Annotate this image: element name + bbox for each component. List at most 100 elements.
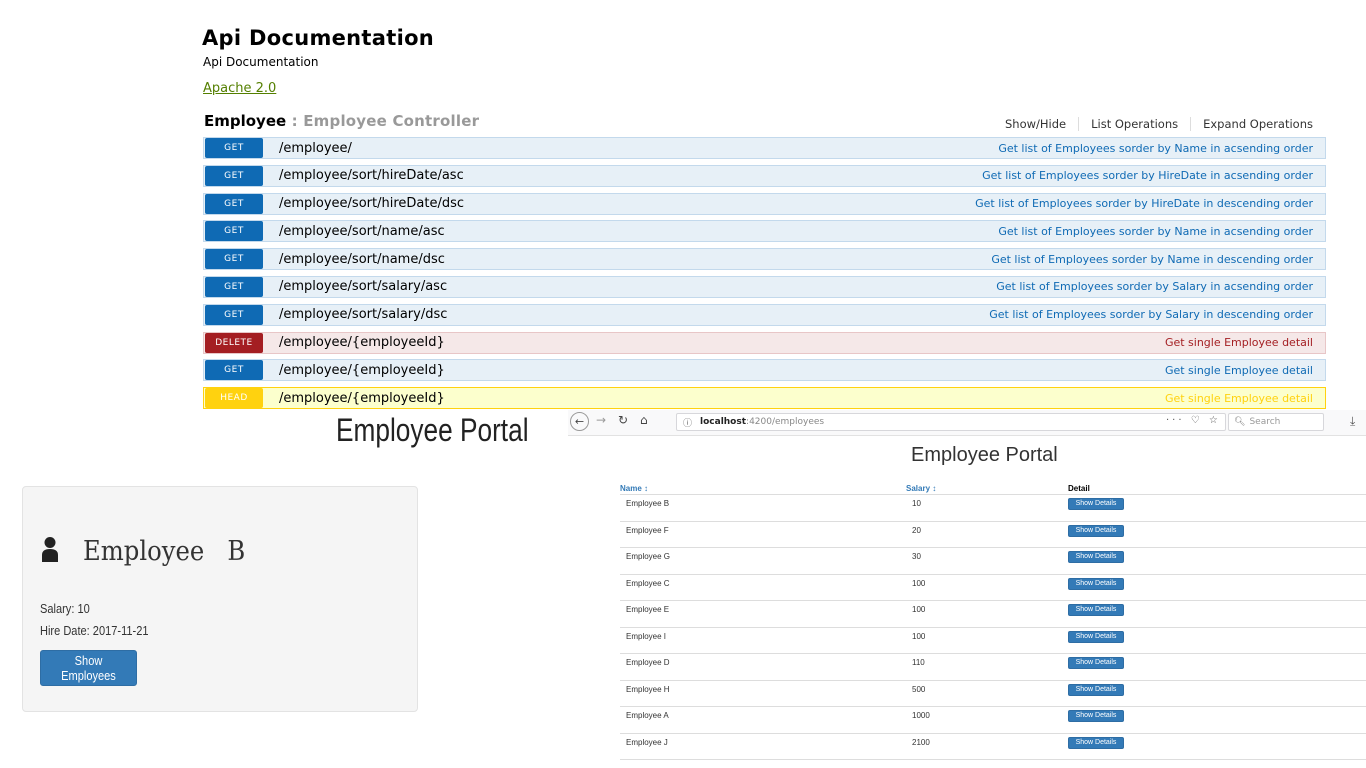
employee-salary-text: 20 [912,525,921,535]
operation-path[interactable]: /employee/sort/salary/asc [279,279,447,294]
home-icon[interactable]: ⌂ [640,413,648,427]
employee-table-body: Employee B 10 Show Details Employee F 20 Show… [620,494,1366,760]
operation-summary[interactable]: Get list of Employees sorder by Name in … [998,142,1313,155]
expand-operations-link[interactable]: Expand Operations [1191,117,1313,131]
controller-name[interactable]: Employee [204,112,286,130]
show-hide-link[interactable]: Show/Hide [993,117,1078,131]
operation-summary[interactable]: Get list of Employees sorder by Salary i… [996,280,1313,293]
operation-row-delete[interactable]: DELETE/employee/{employeeId} Get single E… [203,331,1326,354]
operation-summary[interactable]: Get single Employee detail [1165,392,1313,405]
employee-detail-cell: Show Details [1068,574,1366,601]
employee-card: Employee B Salary: 10 Hire Date: 2017-11… [22,486,418,712]
operation-summary[interactable]: Get list of Employees sorder by Salary i… [989,308,1313,321]
show-details-button[interactable]: Show Details [1068,524,1124,537]
employee-salary-cell: 100 [906,627,1068,654]
employee-name-cell: Employee A [620,706,906,734]
reload-icon[interactable]: ↻ [618,413,628,427]
employee-detail-cell: Show Details [1068,680,1366,707]
employee-name-text: Employee H [626,684,670,694]
operation-path[interactable]: /employee/sort/hireDate/asc [279,168,464,183]
employee-name-cell: Employee B [620,494,906,522]
show-details-button[interactable]: Show Details [1068,551,1124,563]
operation-summary[interactable]: Get list of Employees sorder by Name in … [998,225,1313,238]
employee-list-title: Employee Portal [911,444,1058,466]
show-details-button[interactable]: Show Details [1068,630,1124,643]
operation-summary[interactable]: Get list of Employees sorder by Name in … [991,253,1313,266]
employee-salary-cell: 2100 [906,733,1068,760]
page-actions-icons[interactable]: ··· ♡ ☆ [1166,415,1221,426]
operation-row-get[interactable]: GET/employee/sort/name/dsc Get list of Em… [203,248,1326,271]
employee-detail-cell: Show Details [1068,521,1366,548]
employee-table: Name ↕ Salary ↕ Detail Employee B 10 Show … [620,483,1366,760]
http-method-badge[interactable]: GET [205,249,263,270]
show-details-button[interactable]: Show Details [1068,604,1124,616]
detail-column-header: Detail [1068,483,1366,495]
operation-path[interactable]: /employee/{employeeId} [279,363,445,378]
operation-summary[interactable]: Get single Employee detail [1165,364,1313,377]
operation-row-get[interactable]: GET/employee/Get list of Employees sorde… [203,137,1326,159]
http-method-badge[interactable]: GET [205,193,263,214]
http-method-badge[interactable]: GET [205,221,263,242]
operation-row-head[interactable]: HEAD/employee/{employeeId} Get single Emp… [203,387,1326,410]
operation-row-get[interactable]: GET/employee/sort/salary/asc Get list of … [203,275,1326,298]
employee-salary-cell: 30 [906,547,1068,575]
info-icon[interactable]: ⓘ [683,416,692,429]
download-icon[interactable]: ⤓ [1350,414,1355,429]
operation-row-get[interactable]: GET/employee/{employeeId} Get single Empl… [203,359,1326,382]
back-arrow-icon[interactable]: ← [570,412,589,431]
http-method-badge[interactable]: GET [205,138,263,158]
license-link[interactable]: Apache 2.0 [203,81,276,96]
salary-column-header[interactable]: Salary ↕ [906,483,1068,495]
employee-name-text: Employee E [626,605,670,614]
employee-salary-cell: 10 [906,494,1068,522]
search-input[interactable]: 🔍︎ Search [1228,413,1324,431]
operation-path[interactable]: /employee/sort/name/dsc [279,252,445,267]
table-row: Employee D 110 Show Details [620,653,1366,681]
operation-path[interactable]: /employee/{employeeId} [279,391,445,406]
employee-name-text: Employee F [626,525,669,535]
operation-path[interactable]: /employee/{employeeId} [279,335,445,350]
user-icon [42,537,58,562]
operation-path[interactable]: /employee/ [279,141,352,156]
http-method-badge[interactable]: GET [205,360,263,381]
operation-summary[interactable]: Get list of Employees sorder by HireDate… [975,197,1313,210]
show-details-button[interactable]: Show Details [1068,736,1124,749]
http-method-badge[interactable]: HEAD [205,388,263,409]
operation-path[interactable]: /employee/sort/name/asc [279,224,445,239]
operation-summary[interactable]: Get single Employee detail [1165,336,1313,349]
controller-heading[interactable]: Employee : Employee Controller [204,112,479,130]
show-details-button[interactable]: Show Details [1068,498,1124,510]
employee-salary-text: 100 [912,578,926,588]
operation-row-get[interactable]: GET/employee/sort/salary/dsc Get list of … [203,303,1326,326]
url-bar[interactable]: ⓘ localhost:4200/employees [676,413,1226,431]
http-method-badge[interactable]: GET [205,165,263,186]
employee-name-text: Employee A [626,711,669,720]
http-method-badge[interactable]: DELETE [205,332,263,353]
http-method-badge[interactable]: GET [205,276,263,297]
list-operations-link[interactable]: List Operations [1079,117,1190,131]
http-method-badge[interactable]: GET [205,304,263,325]
employee-name-cell: Employee J [620,733,906,760]
name-column-header[interactable]: Name ↕ [620,483,906,495]
operation-row-get[interactable]: GET/employee/sort/name/asc Get list of Em… [203,220,1326,243]
employee-name-text: Employee D [626,658,670,667]
show-details-button[interactable]: Show Details [1068,683,1124,696]
employee-salary: Salary: 10 [40,601,90,616]
operation-summary[interactable]: Get list of Employees sorder by HireDate… [982,169,1313,182]
show-details-button[interactable]: Show Details [1068,657,1124,669]
employee-name-text: Employee I [626,631,667,641]
employee-salary-cell: 20 [906,521,1068,548]
operation-row-get[interactable]: GET/employee/sort/hireDate/asc Get list o… [203,164,1326,187]
show-employees-button[interactable]: Show Employees [40,650,137,686]
forward-arrow-icon[interactable]: → [596,413,606,427]
operation-row-get[interactable]: GET/employee/sort/hireDate/dsc Get list o… [203,192,1326,215]
operation-path[interactable]: /employee/sort/salary/dsc [279,307,447,322]
show-details-button[interactable]: Show Details [1068,710,1124,722]
api-subtitle: Api Documentation [203,55,319,69]
table-row: Employee J 2100 Show Details [620,733,1366,760]
employee-salary-cell: 100 [906,600,1068,628]
operation-path[interactable]: /employee/sort/hireDate/dsc [279,196,464,211]
url-path: :4200/employees [746,417,825,427]
employee-detail-cell: Show Details [1068,627,1366,654]
show-details-button[interactable]: Show Details [1068,577,1124,590]
